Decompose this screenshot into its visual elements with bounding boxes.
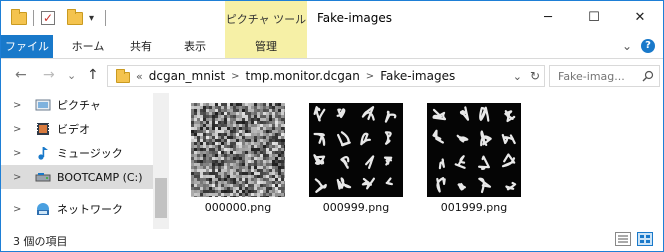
status-bar: 3 個の項目 — [1, 229, 663, 251]
pictures-icon — [35, 99, 51, 111]
folder-icon — [67, 8, 83, 25]
address-dropdown[interactable]: ⌄ — [513, 70, 522, 83]
nav-item-label: ミュージック — [57, 147, 123, 160]
large-icons-view-button[interactable] — [637, 232, 653, 246]
folder-icon — [11, 8, 27, 27]
new-folder-button[interactable] — [67, 8, 83, 27]
forward-button[interactable]: → — [43, 67, 55, 83]
noise-image — [191, 103, 285, 197]
tab-file[interactable]: ファイル — [1, 35, 53, 58]
breadcrumb-item[interactable]: tmp.monitor.dcgan — [246, 69, 360, 83]
nav-item-network[interactable]: > ネットワーク — [1, 197, 153, 221]
up-button[interactable]: ↑ — [87, 67, 99, 83]
refresh-button[interactable]: ↻ — [530, 69, 540, 83]
back-arrow-icon: ← — [15, 67, 27, 83]
image-thumbnail[interactable] — [309, 103, 403, 197]
breadcrumb-item[interactable]: dcgan_mnist — [149, 69, 225, 83]
nav-item-label: BOOTCAMP (C:) — [57, 170, 143, 184]
breadcrumb-item[interactable]: Fake-images — [380, 69, 455, 83]
image-thumbnail[interactable] — [191, 103, 285, 197]
nav-item-pictures[interactable]: > ピクチャ — [1, 93, 153, 117]
close-icon: ✕ — [634, 9, 646, 25]
context-tab-group: ピクチャ ツール — [225, 1, 307, 35]
explorer-window: ✓ ▾ ピクチャ ツール Fake-images ─ ☐ ✕ ファイル ホーム … — [0, 0, 664, 252]
address-row: ← → ⌄ ↑ « dcgan_mnist > tmp.monitor.dcga… — [1, 59, 663, 93]
details-view-icon — [618, 235, 628, 243]
properties-button[interactable]: ✓ — [41, 9, 55, 27]
chevron-right-icon[interactable]: > — [231, 71, 239, 82]
nav-item-label: ビデオ — [57, 123, 90, 136]
divider — [105, 10, 106, 26]
network-icon — [37, 203, 49, 215]
context-tab-group-label: ピクチャ ツール — [225, 13, 307, 26]
minimize-button[interactable]: ─ — [525, 1, 571, 33]
search-input[interactable] — [558, 68, 638, 84]
checkmark-icon: ✓ — [41, 11, 55, 25]
address-bar[interactable]: « dcgan_mnist > tmp.monitor.dcgan > Fake… — [107, 65, 545, 87]
forward-arrow-icon: → — [43, 67, 55, 83]
drive-icon — [35, 173, 51, 182]
customize-toolbar-dropdown[interactable]: ▾ — [89, 9, 94, 27]
file-name: 001999.png — [440, 201, 508, 214]
navigation-pane: > ピクチャ > ビデオ > ミュージック > BOOTCAMP (C:) > … — [1, 93, 169, 229]
nav-item-videos[interactable]: > ビデオ — [1, 117, 153, 141]
folder-icon — [116, 69, 130, 83]
ribbon-expand-button[interactable]: ⌄ — [619, 35, 635, 58]
item-count: 3 個の項目 — [13, 235, 68, 248]
search-box[interactable] — [549, 65, 660, 87]
breadcrumb-overflow[interactable]: « — [136, 70, 143, 83]
tab-share[interactable]: 共有 — [119, 35, 163, 58]
music-icon — [38, 147, 48, 160]
details-view-button[interactable] — [615, 232, 631, 246]
help-button[interactable]: ? — [641, 39, 655, 53]
nav-item-label: ネットワーク — [57, 203, 123, 216]
tab-manage[interactable]: 管理 — [225, 35, 307, 58]
close-button[interactable]: ✕ — [617, 1, 663, 33]
window-title: Fake-images — [317, 11, 393, 25]
scrollbar-thumb[interactable] — [155, 178, 167, 218]
tab-view[interactable]: 表示 — [171, 35, 219, 58]
chevron-down-icon: ▾ — [89, 12, 95, 24]
back-button[interactable]: ← — [15, 67, 27, 83]
divider — [33, 10, 34, 26]
videos-icon — [37, 123, 49, 135]
image-thumbnail[interactable] — [427, 103, 521, 197]
recent-locations-button[interactable]: ⌄ — [67, 69, 76, 82]
maximize-button[interactable]: ☐ — [571, 1, 617, 33]
chevron-right-icon[interactable]: > — [13, 148, 21, 159]
chevron-right-icon[interactable]: > — [13, 204, 21, 215]
digit-grid-image — [309, 103, 403, 197]
file-name: 000999.png — [322, 201, 390, 214]
maximize-icon: ☐ — [588, 9, 600, 25]
minimize-icon: ─ — [544, 9, 552, 25]
chevron-right-icon[interactable]: > — [13, 172, 21, 183]
chevron-down-icon: ⌄ — [621, 39, 633, 53]
title-bar: ✓ ▾ ピクチャ ツール Fake-images ─ ☐ ✕ — [1, 1, 663, 35]
large-icons-view-icon — [640, 235, 650, 243]
tab-home[interactable]: ホーム — [63, 35, 113, 58]
up-arrow-icon: ↑ — [87, 67, 99, 83]
nav-item-music[interactable]: > ミュージック — [1, 141, 153, 165]
ribbon-tabs: ファイル ホーム 共有 表示 管理 ⌄ ? — [1, 35, 663, 59]
chevron-down-icon: ⌄ — [67, 69, 77, 82]
digit-grid-image — [427, 103, 521, 197]
search-icon — [642, 70, 654, 82]
nav-item-bootcamp-drive[interactable]: > BOOTCAMP (C:) — [1, 165, 153, 189]
chevron-right-icon[interactable]: > — [366, 71, 374, 82]
file-list: 000000.png 000999.png 001999.png — [169, 93, 663, 229]
file-name: 000000.png — [204, 201, 272, 214]
chevron-right-icon[interactable]: > — [13, 100, 21, 111]
chevron-right-icon[interactable]: > — [13, 124, 21, 135]
nav-pane-scrollbar[interactable] — [153, 93, 169, 229]
nav-item-label: ピクチャ — [57, 99, 101, 112]
